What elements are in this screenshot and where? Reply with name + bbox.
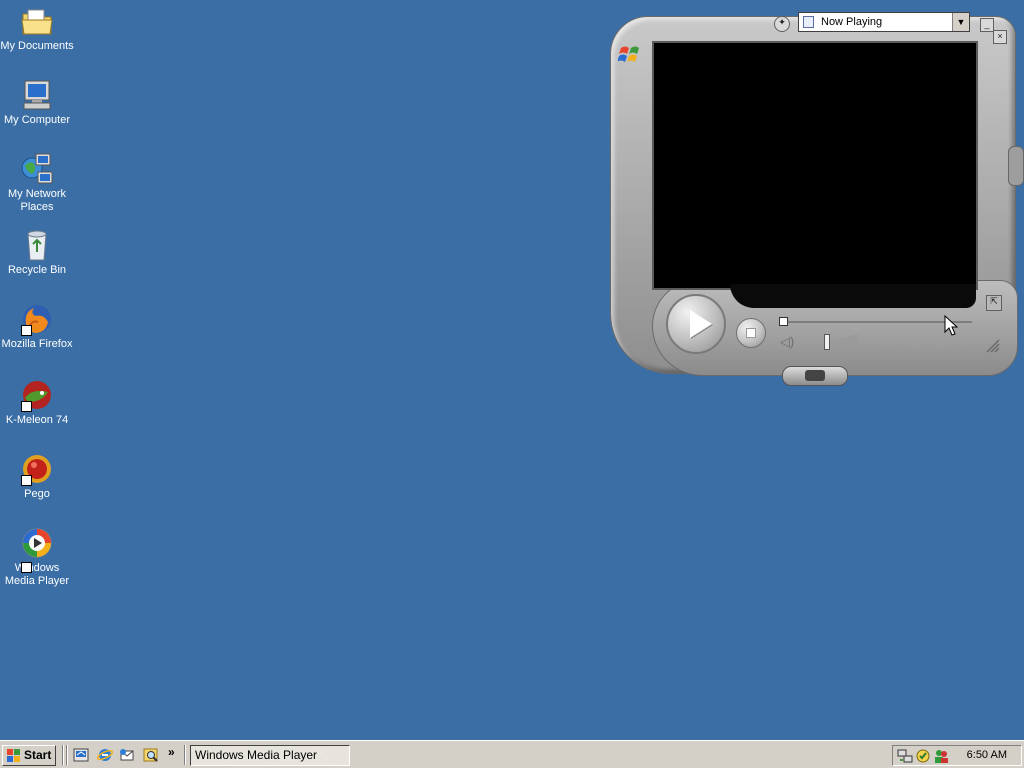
desktop-icon-my-computer[interactable]: My Computer xyxy=(0,78,74,127)
desktop: My Documents My Computer My Network Plac… xyxy=(0,0,1024,740)
desktop-icon-label: Windows Media Player xyxy=(4,562,70,587)
desktop-icon-label: Recycle Bin xyxy=(7,264,67,276)
start-label: Start xyxy=(24,748,52,762)
close-button[interactable]: × xyxy=(993,30,1007,44)
seek-thumb[interactable] xyxy=(779,317,788,326)
desktop-icon-mozilla-firefox[interactable]: Mozilla Firefox xyxy=(0,302,74,351)
next-icon[interactable]: ▶| xyxy=(956,334,976,350)
windows-flag-icon xyxy=(7,749,20,762)
skin-chooser-icon[interactable]: ✦ xyxy=(774,16,790,32)
volume-slider[interactable] xyxy=(806,334,858,350)
equalizer-toggle-button[interactable] xyxy=(782,366,848,386)
taskbar-button-windows-media-player[interactable]: Windows Media Player xyxy=(190,745,350,766)
now-playing-icon xyxy=(803,16,814,28)
stop-icon xyxy=(746,328,756,338)
users-icon[interactable] xyxy=(933,748,949,764)
desktop-icon-label: Mozilla Firefox xyxy=(1,338,73,350)
start-button[interactable]: Start xyxy=(2,745,56,766)
shortcut-arrow-icon xyxy=(21,401,32,412)
switch-to-full-mode-icon[interactable]: ⇱ xyxy=(986,295,1002,311)
playlist-toggle-handle[interactable] xyxy=(1008,146,1024,186)
now-playing-dropdown-value: Now Playing xyxy=(821,16,883,28)
desktop-icon-my-network-places[interactable]: My Network Places xyxy=(0,152,74,214)
security-shield-icon[interactable] xyxy=(915,748,931,764)
windows-logo-icon xyxy=(618,46,639,62)
stop-button[interactable] xyxy=(736,318,766,348)
desktop-icon-label: Pego xyxy=(24,488,50,500)
now-playing-dropdown[interactable]: Now Playing ▼ xyxy=(798,12,970,32)
shortcut-arrow-icon xyxy=(21,562,32,573)
quick-launch-more-button[interactable]: » xyxy=(168,745,175,759)
show-desktop-icon[interactable] xyxy=(72,746,90,764)
media-player-window[interactable]: ✦ Now Playing ▼ _ × ⇱ ◁) |◀ ◀◀ ▶▶ ▶| xyxy=(610,8,1024,390)
desktop-icon-label: My Computer xyxy=(3,114,71,126)
clock[interactable]: 6:50 AM xyxy=(967,746,1007,765)
shortcut-arrow-icon xyxy=(21,325,32,336)
chevron-down-icon[interactable]: ▼ xyxy=(952,13,969,31)
desktop-icon-label: K-Meleon 74 xyxy=(5,414,69,426)
taskbar: Start » Windows Media Player 6:50 AM xyxy=(0,740,1024,768)
desktop-icon-my-documents[interactable]: My Documents xyxy=(0,4,74,53)
minimize-button[interactable]: _ xyxy=(980,18,994,32)
play-button[interactable] xyxy=(666,294,726,354)
windows-media-player-icon xyxy=(22,528,52,558)
taskbar-separator xyxy=(62,745,64,765)
previous-icon[interactable]: |◀ xyxy=(874,334,894,350)
recycle-bin-icon xyxy=(27,230,47,261)
equalizer-icon xyxy=(805,370,825,381)
desktop-icon-k-meleon[interactable]: K-Meleon 74 xyxy=(0,378,74,427)
video-display-lower xyxy=(730,284,976,308)
outlook-express-icon[interactable] xyxy=(118,746,136,764)
desktop-icon-pego[interactable]: Pego xyxy=(0,452,74,501)
speaker-icon[interactable]: ◁) xyxy=(778,334,796,350)
desktop-icon-windows-media-player[interactable]: Windows Media Player xyxy=(0,526,74,588)
computer-icon xyxy=(23,80,51,110)
resize-grip-icon[interactable] xyxy=(985,338,1001,354)
rewind-icon[interactable]: ◀◀ xyxy=(900,334,920,350)
folder-icon xyxy=(21,9,53,35)
desktop-icon-label: My Documents xyxy=(0,40,74,52)
system-tray: 6:50 AM xyxy=(892,745,1022,766)
desktop-icon-label: My Network Places xyxy=(7,188,67,213)
volume-track xyxy=(806,334,858,348)
mouse-cursor-icon xyxy=(944,315,958,336)
volume-thumb[interactable] xyxy=(824,334,830,350)
network-places-icon xyxy=(21,153,53,184)
explorer-search-icon[interactable] xyxy=(142,746,160,764)
desktop-icon-recycle-bin[interactable]: Recycle Bin xyxy=(0,228,74,277)
shortcut-arrow-icon xyxy=(21,475,32,486)
play-icon xyxy=(690,310,712,338)
network-connection-icon[interactable] xyxy=(897,748,913,764)
internet-explorer-icon[interactable] xyxy=(96,746,114,764)
taskbar-separator xyxy=(184,745,186,765)
taskbar-separator xyxy=(66,745,68,765)
video-display[interactable] xyxy=(652,41,978,290)
